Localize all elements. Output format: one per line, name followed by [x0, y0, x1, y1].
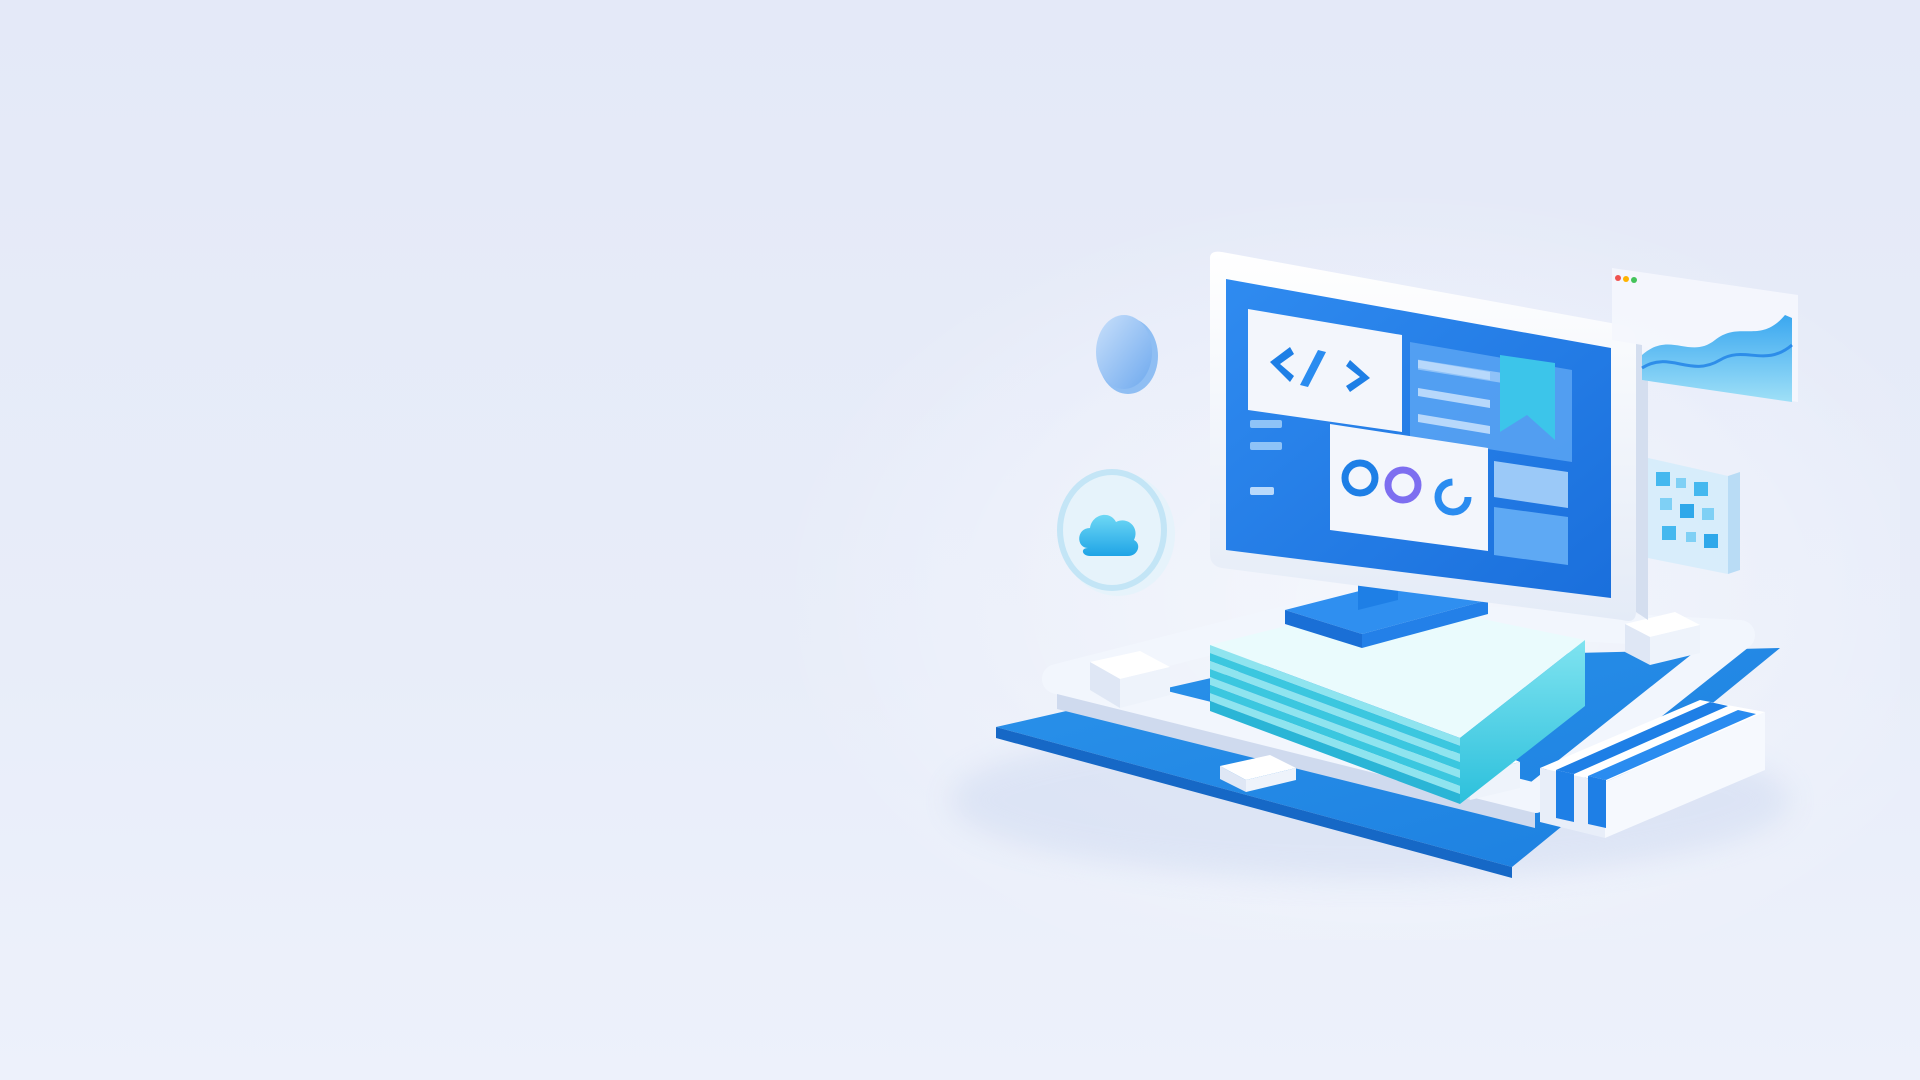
screen-bar-1 [1250, 420, 1282, 428]
floating-coin [1096, 315, 1158, 394]
window-dot-yellow [1623, 276, 1629, 282]
screen-bar-2 [1250, 442, 1282, 450]
window-dot-green [1631, 277, 1637, 283]
cloud-badge [1057, 469, 1175, 596]
window-dot-red [1615, 275, 1621, 281]
computer-illustration [950, 251, 1798, 880]
qr-code-icon [1648, 458, 1740, 574]
screen-card-2 [1494, 507, 1568, 565]
hero-banner [0, 0, 1920, 1080]
screen-bar-3 [1250, 487, 1274, 495]
